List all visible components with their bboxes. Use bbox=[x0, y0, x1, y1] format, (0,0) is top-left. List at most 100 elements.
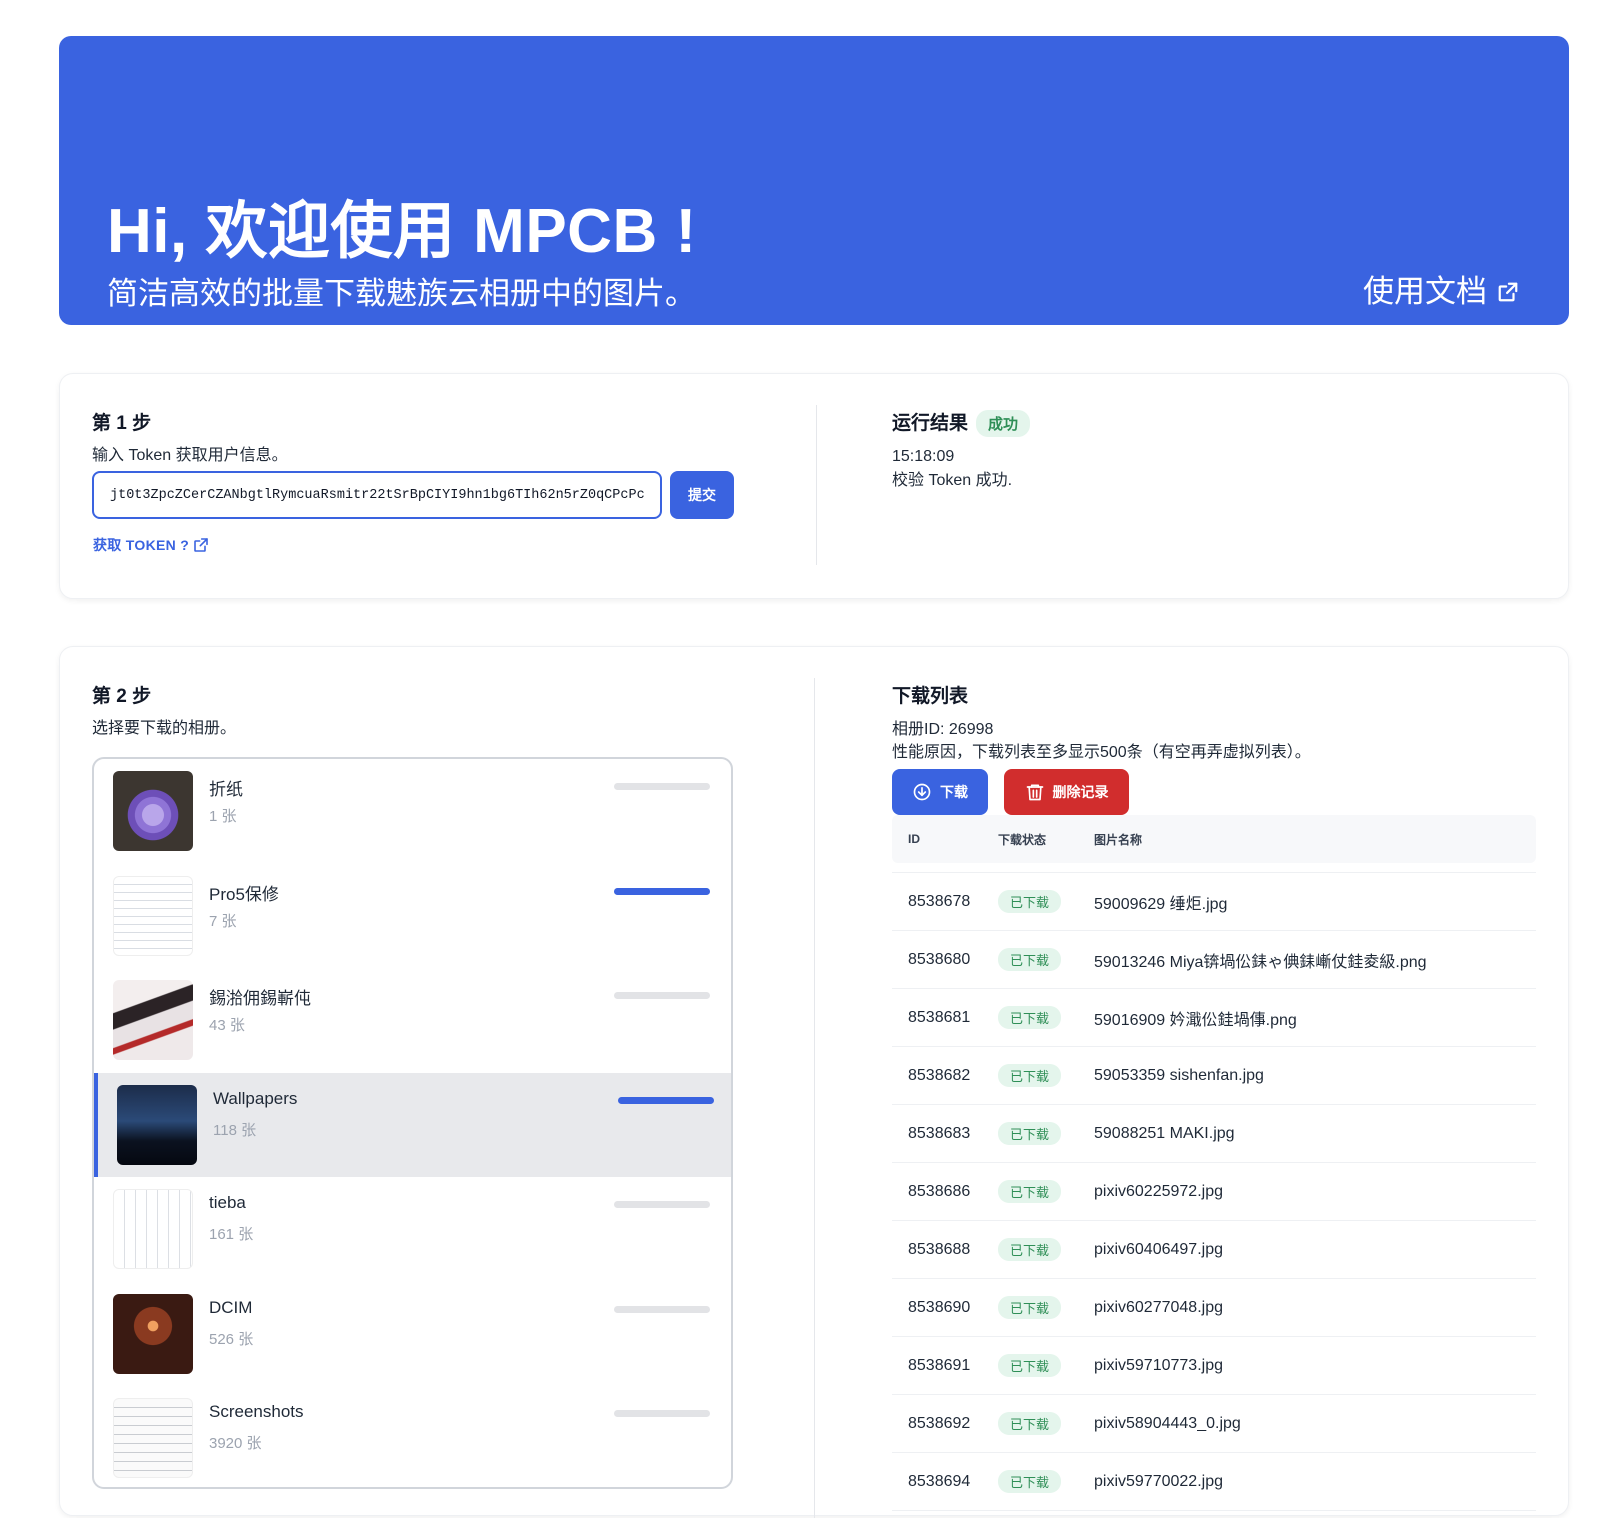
table-row: 8538681 已下载 59016909 妗濈伀銈堝倳.png bbox=[892, 989, 1536, 1047]
submit-button-label: 提交 bbox=[688, 487, 716, 503]
row-status-badge: 已下载 bbox=[998, 1470, 1062, 1493]
download-title: 下载列表 bbox=[892, 686, 969, 707]
column-header-id: ID bbox=[908, 832, 920, 846]
album-name: tieba bbox=[209, 1193, 246, 1212]
album-name: 折纸 bbox=[209, 780, 243, 799]
table-row: 8538680 已下载 59013246 Miya锛堝伀銇ゃ倎銇嶃仗銈夌級.png bbox=[892, 931, 1536, 989]
row-status-badge: 已下载 bbox=[998, 1006, 1062, 1029]
step1-card: 第 1 步 输入 Token 获取用户信息。 提交 获取 TOKEN ? 运行结… bbox=[59, 373, 1569, 599]
album-name: DCIM bbox=[209, 1297, 253, 1317]
album-thumbnail bbox=[113, 771, 193, 851]
album-item[interactable]: Screenshots 3920 张 bbox=[94, 1386, 731, 1487]
album-count: 3920 张 bbox=[209, 1435, 262, 1452]
album-thumbnail bbox=[113, 1293, 193, 1374]
album-count: 43 张 bbox=[209, 1017, 245, 1034]
row-status-cell: 已下载 bbox=[998, 1238, 1094, 1261]
row-status-cell: 已下载 bbox=[998, 1180, 1094, 1203]
table-header-spacer bbox=[892, 863, 1536, 873]
row-id: 8538681 bbox=[908, 1008, 971, 1026]
album-item[interactable]: 錫湁佣錫嶄伅 43 张 bbox=[94, 968, 731, 1073]
row-status-cell: 已下载 bbox=[998, 1412, 1094, 1435]
album-count: 526 张 bbox=[209, 1330, 254, 1348]
hero-banner: Hi, 欢迎使用 MPCB ! 简洁高效的批量下载魅族云相册中的图片。 使用文档 bbox=[59, 36, 1569, 325]
album-thumbnail bbox=[113, 980, 193, 1060]
album-progress-bar bbox=[614, 887, 710, 895]
album-name: Screenshots bbox=[209, 1402, 304, 1421]
album-progress-bar bbox=[618, 1096, 714, 1104]
download-button-label: 下载 bbox=[940, 784, 968, 800]
row-status-badge: 已下载 bbox=[998, 1238, 1062, 1261]
column-header-name: 图片名称 bbox=[1094, 832, 1143, 847]
table-row: 8538686 已下载 pixiv60225972.jpg bbox=[892, 1163, 1536, 1221]
row-id: 8538686 bbox=[908, 1182, 971, 1200]
download-table: ID 下载状态 图片名称 8538678 已下载 59009629 缍炬.jpg 85… bbox=[892, 815, 1536, 1511]
table-row: 8538691 已下载 pixiv59710773.jpg bbox=[892, 1337, 1536, 1395]
hero-title: Hi, 欢迎使用 MPCB ! bbox=[107, 197, 697, 266]
result-time: 15:18:09 bbox=[892, 448, 955, 465]
album-item[interactable]: Wallpapers 118 张 bbox=[94, 1072, 731, 1177]
external-link-icon bbox=[1498, 282, 1518, 302]
row-id: 8538680 bbox=[908, 950, 971, 968]
download-icon bbox=[913, 783, 931, 801]
result-status-badge: 成功 bbox=[976, 410, 1031, 438]
album-count: 161 张 bbox=[209, 1226, 254, 1243]
row-status-badge: 已下载 bbox=[998, 890, 1062, 913]
row-id: 8538690 bbox=[908, 1298, 971, 1316]
row-status-cell: 已下载 bbox=[998, 1064, 1094, 1087]
download-button[interactable]: 下载 bbox=[892, 769, 988, 815]
row-file-name: 59053359 sishenfan.jpg bbox=[1094, 1066, 1264, 1084]
album-thumbnail bbox=[113, 875, 193, 956]
album-item[interactable]: Pro5保修 7 张 bbox=[94, 864, 731, 969]
row-file-name: 59016909 妗濈伀銈堝倳.png bbox=[1094, 1011, 1297, 1029]
card2-divider bbox=[814, 678, 815, 1518]
album-item[interactable]: DCIM 526 张 bbox=[94, 1282, 731, 1387]
table-body: 8538678 已下载 59009629 缍炬.jpg 8538680 已下载 59013… bbox=[892, 873, 1536, 1511]
card1-divider bbox=[816, 405, 817, 565]
album-count: 1 张 bbox=[209, 808, 237, 825]
album-thumbnail bbox=[117, 1084, 197, 1165]
album-progress-fill bbox=[614, 887, 710, 895]
album-thumbnail bbox=[113, 1189, 193, 1269]
album-progress-bar bbox=[614, 783, 710, 790]
table-row: 8538688 已下载 pixiv60406497.jpg bbox=[892, 1221, 1536, 1279]
table-row: 8538683 已下载 59088251 MAKI.jpg bbox=[892, 1105, 1536, 1163]
row-status-cell: 已下载 bbox=[998, 1354, 1094, 1377]
album-progress-bar bbox=[614, 1305, 710, 1313]
album-item[interactable]: tieba 161 张 bbox=[94, 1177, 731, 1282]
get-token-link[interactable]: 获取 TOKEN ? bbox=[93, 535, 209, 555]
album-name: Wallpapers bbox=[213, 1088, 298, 1108]
row-status-badge: 已下载 bbox=[998, 1296, 1062, 1319]
step2-desc: 选择要下载的相册。 bbox=[92, 720, 237, 737]
album-name: 錫湁佣錫嶄伅 bbox=[209, 989, 311, 1008]
row-id: 8538678 bbox=[908, 892, 971, 910]
row-status-badge: 已下载 bbox=[998, 1122, 1062, 1145]
table-row: 8538694 已下载 pixiv59770022.jpg bbox=[892, 1453, 1536, 1511]
external-link-icon bbox=[194, 538, 208, 552]
row-status-badge: 已下载 bbox=[998, 1412, 1062, 1435]
table-header: ID 下载状态 图片名称 bbox=[892, 815, 1536, 863]
table-row: 8538690 已下载 pixiv60277048.jpg bbox=[892, 1279, 1536, 1337]
submit-button[interactable]: 提交 bbox=[670, 471, 734, 519]
row-status-badge: 已下载 bbox=[998, 1354, 1062, 1377]
album-item[interactable]: 折纸 1 张 bbox=[94, 759, 731, 864]
step1-desc: 输入 Token 获取用户信息。 bbox=[92, 447, 288, 464]
row-id: 8538692 bbox=[908, 1414, 971, 1432]
row-file-name: pixiv60406497.jpg bbox=[1094, 1240, 1223, 1258]
album-list[interactable]: 折纸 1 张 Pro5保修 7 张 錫湁佣錫嶄伅 43 张 Wallpapers… bbox=[92, 757, 733, 1489]
row-file-name: pixiv60225972.jpg bbox=[1094, 1182, 1223, 1200]
row-status-cell: 已下载 bbox=[998, 1470, 1094, 1493]
docs-link[interactable]: 使用文档 bbox=[1363, 272, 1519, 312]
row-status-cell: 已下载 bbox=[998, 1296, 1094, 1319]
token-input[interactable] bbox=[92, 471, 662, 519]
row-id: 8538694 bbox=[908, 1472, 971, 1490]
album-progress-bar bbox=[614, 1410, 710, 1417]
get-token-label: 获取 TOKEN ? bbox=[93, 537, 190, 553]
album-count: 118 张 bbox=[213, 1121, 257, 1139]
download-album-id: 相册ID: 26998 bbox=[892, 721, 994, 738]
row-file-name: 59088251 MAKI.jpg bbox=[1094, 1124, 1235, 1142]
row-file-name: 59013246 Miya锛堝伀銇ゃ倎銇嶃仗銈夌級.png bbox=[1094, 953, 1427, 971]
delete-records-button[interactable]: 删除记录 bbox=[1004, 769, 1129, 815]
table-row: 8538678 已下载 59009629 缍炬.jpg bbox=[892, 873, 1536, 931]
row-status-cell: 已下载 bbox=[998, 1006, 1094, 1029]
album-progress-bar bbox=[614, 1201, 710, 1208]
